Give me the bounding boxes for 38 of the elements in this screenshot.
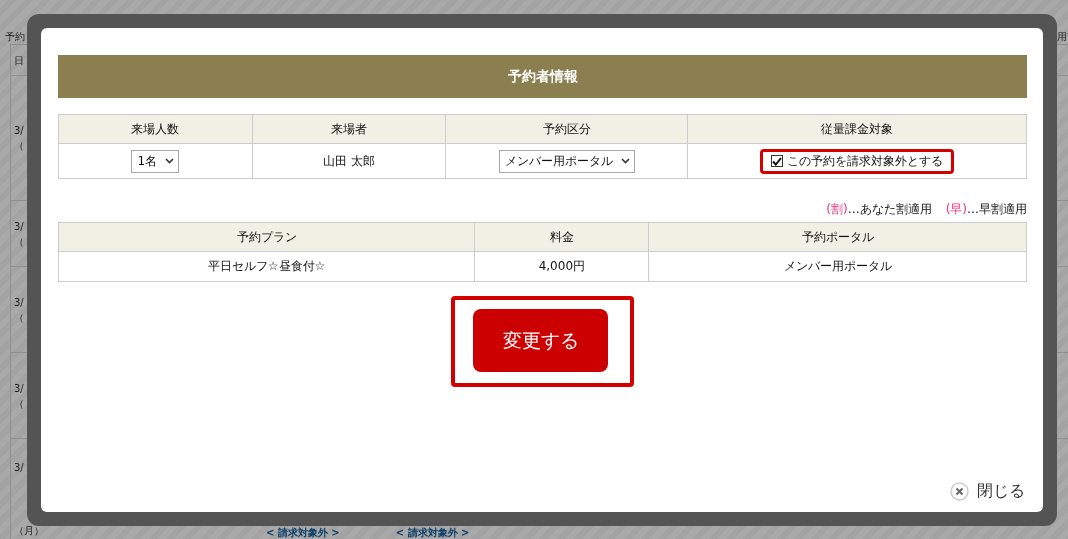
column-header: 料金 <box>474 222 649 252</box>
date-text: 3/ <box>14 461 25 474</box>
exclusion-link[interactable]: < 請求対象外 > <box>395 527 470 539</box>
date-text: 3/ <box>14 124 25 137</box>
column-header: 従量課金対象 <box>687 114 1027 144</box>
checkbox[interactable] <box>771 155 784 167</box>
weekday-text: （ <box>14 234 25 248</box>
column-header: 予約ポータル <box>648 222 1027 252</box>
column-header: 来場人数 <box>58 114 253 144</box>
column-header: 来場者 <box>252 114 446 144</box>
checkbox-label: この予約を請求対象外とする <box>787 152 944 170</box>
column-header: 日 <box>14 53 25 67</box>
dialog-title: 予約者情報 <box>58 55 1027 98</box>
submit-button[interactable]: 変更する <box>473 309 608 372</box>
table-cell: 4,000円 <box>474 251 649 282</box>
close-icon <box>950 482 969 501</box>
chevron-icon <box>620 158 630 164</box>
legend-note: (割)…あなた割適用 <box>826 201 932 218</box>
visitor-cell: 山田 太郎 <box>252 143 446 179</box>
category-select[interactable]: メンバー用ポータル <box>498 149 635 173</box>
page-heading-text: 用 <box>1057 30 1068 43</box>
chevron-icon <box>165 158 175 164</box>
weekday-text: （月） <box>14 524 45 537</box>
column-header: 予約区分 <box>445 114 688 144</box>
date-text: 3/ <box>14 381 25 395</box>
page-heading: 予約 <box>5 30 26 43</box>
column-header: 予約プラン <box>58 222 475 252</box>
date-text: 3/ <box>14 219 25 233</box>
legend-note: (早)…早割適用 <box>945 201 1027 218</box>
close-button[interactable]: 閉じる <box>950 481 1025 502</box>
table-cell: メンバー用ポータル <box>648 251 1027 282</box>
table-cell: 平日セルフ☆昼食付☆ <box>58 251 475 282</box>
weekday-text: （ <box>14 139 25 152</box>
count-select[interactable]: 1名 <box>131 149 180 173</box>
exclusion-link[interactable]: < 請求対象外 > <box>266 527 340 539</box>
weekday-text: （ <box>14 396 25 410</box>
weekday-text: （ <box>14 310 25 324</box>
date-text: 3/ <box>14 295 25 309</box>
